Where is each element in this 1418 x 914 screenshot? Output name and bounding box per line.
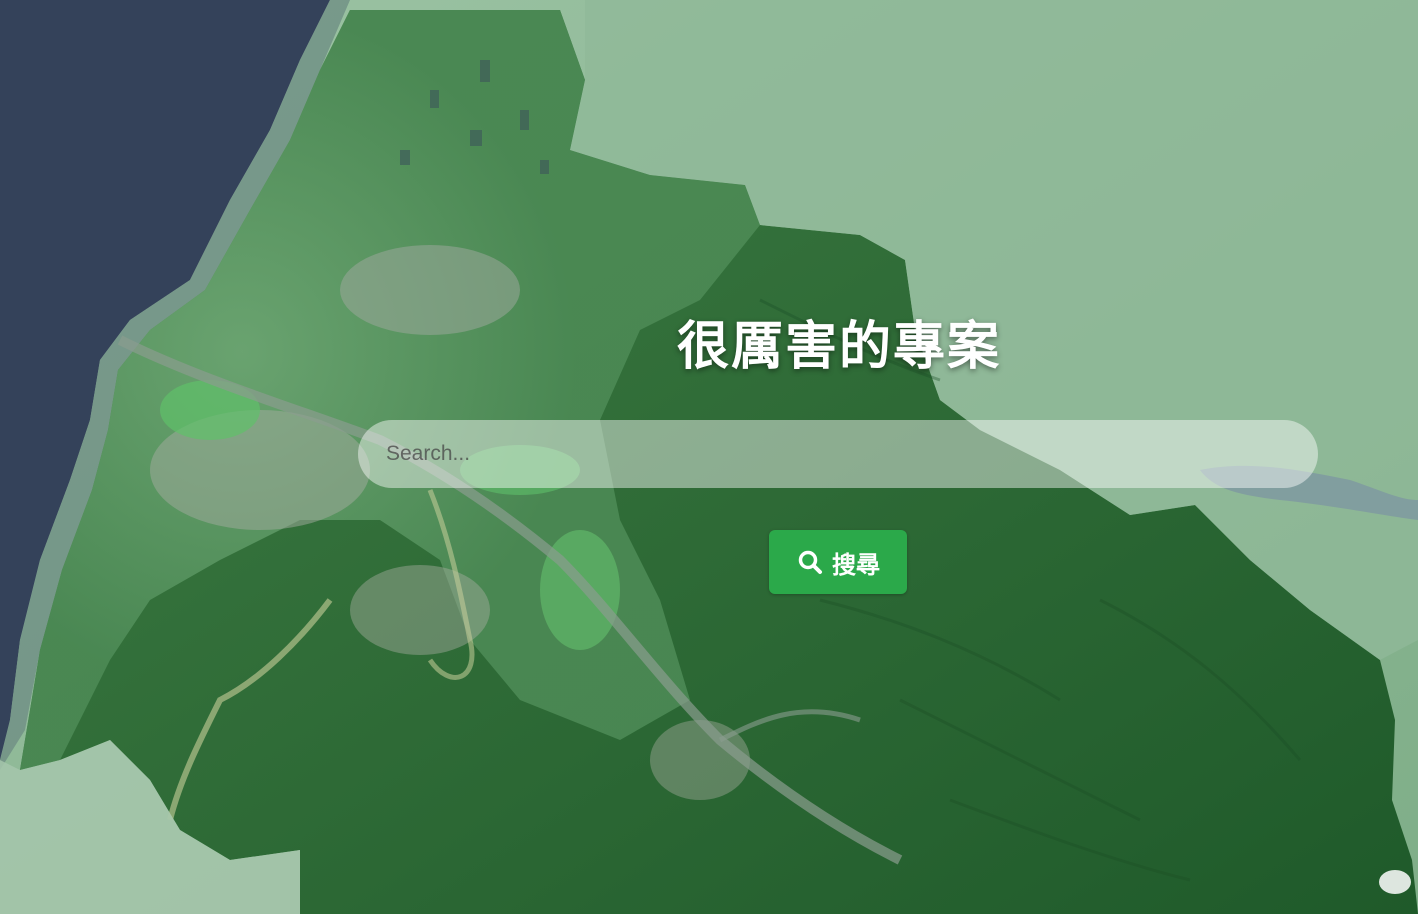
search-button-label: 搜尋 (832, 550, 880, 579)
search-box (358, 420, 1318, 488)
landing-page: 很厲害的專案 搜尋 (0, 0, 1418, 914)
search-icon (796, 548, 824, 576)
page-title: 很厲害的專案 (676, 317, 1001, 377)
hero-overlay: 很厲害的專案 搜尋 (0, 0, 1418, 914)
search-input[interactable] (358, 420, 1318, 488)
search-button[interactable]: 搜尋 (769, 530, 907, 594)
